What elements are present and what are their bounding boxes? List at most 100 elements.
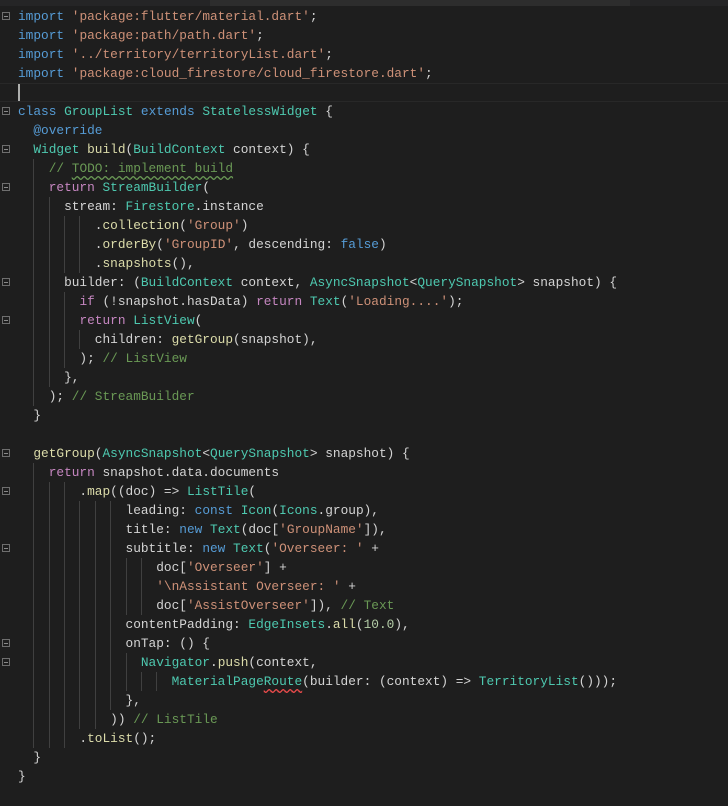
code-token: doc[: [18, 598, 187, 613]
code-line[interactable]: ); // StreamBuilder: [0, 387, 728, 406]
code-line[interactable]: .map((doc) => ListTile(: [0, 482, 728, 501]
code-line[interactable]: // TODO: implement build: [0, 159, 728, 178]
code-token: getGroup: [171, 332, 234, 347]
code-token: (doc[: [240, 522, 280, 537]
code-text: return StreamBuilder(: [18, 178, 210, 197]
code-token: .: [18, 218, 103, 233]
code-token: ]),: [363, 522, 387, 537]
code-line[interactable]: return snapshot.data.documents: [0, 463, 728, 482]
fold-collapse-icon[interactable]: [2, 12, 10, 20]
code-text: import 'package:flutter/material.dart';: [18, 7, 318, 26]
code-token: // ListView: [102, 351, 187, 366]
code-line[interactable]: subtitle: new Text('Overseer: ' +: [0, 539, 728, 558]
code-token: StatelessWidget: [202, 104, 318, 119]
code-line[interactable]: return StreamBuilder(: [0, 178, 728, 197]
code-line[interactable]: import 'package:flutter/material.dart';: [0, 7, 728, 26]
code-line[interactable]: ); // ListView: [0, 349, 728, 368]
code-line[interactable]: .collection('Group'): [0, 216, 728, 235]
code-line[interactable]: )) // ListTile: [0, 710, 728, 729]
fold-collapse-icon[interactable]: [2, 487, 10, 495]
code-token: ): [378, 237, 387, 252]
fold-collapse-icon[interactable]: [2, 316, 10, 324]
code-line[interactable]: },: [0, 691, 728, 710]
code-line[interactable]: builder: (BuildContext context, AsyncSna…: [0, 273, 728, 292]
code-line[interactable]: doc['AssistOverseer']), // Text: [0, 596, 728, 615]
fold-collapse-icon[interactable]: [2, 658, 10, 666]
code-token: return: [79, 313, 126, 328]
code-text: @override: [18, 121, 102, 140]
fold-collapse-icon[interactable]: [2, 278, 10, 286]
code-token: ListTile: [186, 484, 249, 499]
code-token: 'GroupID': [163, 237, 234, 252]
code-line[interactable]: import 'package:path/path.dart';: [0, 26, 728, 45]
fold-collapse-icon[interactable]: [2, 107, 10, 115]
code-line[interactable]: return ListView(: [0, 311, 728, 330]
code-line[interactable]: import 'package:cloud_firestore/cloud_fi…: [0, 64, 728, 83]
code-text: .map((doc) => ListTile(: [18, 482, 256, 501]
code-token: > snapshot) {: [309, 446, 410, 461]
code-line[interactable]: [0, 83, 728, 102]
code-line[interactable]: title: new Text(doc['GroupName']),: [0, 520, 728, 539]
code-token: 'Loading....': [348, 294, 449, 309]
code-line[interactable]: Widget build(BuildContext context) {: [0, 140, 728, 159]
code-line[interactable]: import '../territory/territoryList.dart'…: [0, 45, 728, 64]
code-token: map: [87, 484, 111, 499]
text-cursor: [18, 84, 20, 101]
fold-collapse-icon[interactable]: [2, 544, 10, 552]
code-token: (: [271, 503, 280, 518]
code-line[interactable]: stream: Firestore.instance: [0, 197, 728, 216]
code-line[interactable]: leading: const Icon(Icons.group),: [0, 501, 728, 520]
code-line[interactable]: contentPadding: EdgeInsets.all(10.0),: [0, 615, 728, 634]
code-text: return ListView(: [18, 311, 202, 330]
code-text: import 'package:path/path.dart';: [18, 26, 264, 45]
code-token: ;: [325, 47, 333, 62]
code-text: Navigator.push(context,: [18, 653, 318, 672]
code-line[interactable]: children: getGroup(snapshot),: [0, 330, 728, 349]
code-text: builder: (BuildContext context, AsyncSna…: [18, 273, 617, 292]
code-token: QuerySnapshot: [417, 275, 518, 290]
code-line[interactable]: [0, 425, 728, 444]
code-line[interactable]: MaterialPageRoute(builder: (context) => …: [0, 672, 728, 691]
code-token: .: [18, 731, 88, 746]
code-line[interactable]: },: [0, 368, 728, 387]
code-line[interactable]: .orderBy('GroupID', descending: false): [0, 235, 728, 254]
code-token: (: [179, 218, 187, 233]
code-line[interactable]: @override: [0, 121, 728, 140]
code-line[interactable]: if (!snapshot.hasData) return Text('Load…: [0, 292, 728, 311]
code-token: snapshot.data.documents: [94, 465, 280, 480]
code-line[interactable]: Navigator.push(context,: [0, 653, 728, 672]
code-token: Navigator: [140, 655, 210, 670]
code-text: import '../territory/territoryList.dart'…: [18, 45, 333, 64]
code-editor[interactable]: import 'package:flutter/material.dart'; i…: [0, 7, 728, 786]
code-line[interactable]: getGroup(AsyncSnapshot<QuerySnapshot> sn…: [0, 444, 728, 463]
fold-collapse-icon[interactable]: [2, 183, 10, 191]
code-line[interactable]: .toList();: [0, 729, 728, 748]
fold-collapse-icon[interactable]: [2, 639, 10, 647]
code-token: Widget: [33, 142, 80, 157]
code-token: (builder: (context) =>: [302, 674, 479, 689]
fold-collapse-icon[interactable]: [2, 145, 10, 153]
code-line[interactable]: }: [0, 406, 728, 425]
code-token: Icons: [279, 503, 318, 518]
code-line[interactable]: doc['Overseer'] +: [0, 558, 728, 577]
code-token: // ListTile: [133, 712, 218, 727]
fold-collapse-icon[interactable]: [2, 449, 10, 457]
code-line[interactable]: .snapshots(),: [0, 254, 728, 273]
code-token: +: [340, 579, 356, 594]
code-text: stream: Firestore.instance: [18, 197, 264, 216]
code-line[interactable]: onTap: () {: [0, 634, 728, 653]
code-token: if: [79, 294, 95, 309]
code-token: .: [18, 484, 88, 499]
code-text: }: [18, 406, 41, 425]
code-line[interactable]: class GroupList extends StatelessWidget …: [0, 102, 728, 121]
code-token: QuerySnapshot: [210, 446, 310, 461]
code-line[interactable]: '\nAssistant Overseer: ' +: [0, 577, 728, 596]
code-token: 'package:path/path.dart': [71, 28, 257, 43]
code-line[interactable]: }: [0, 748, 728, 767]
code-token: );: [18, 351, 103, 366]
code-line[interactable]: }: [0, 767, 728, 786]
code-token: )): [18, 712, 134, 727]
